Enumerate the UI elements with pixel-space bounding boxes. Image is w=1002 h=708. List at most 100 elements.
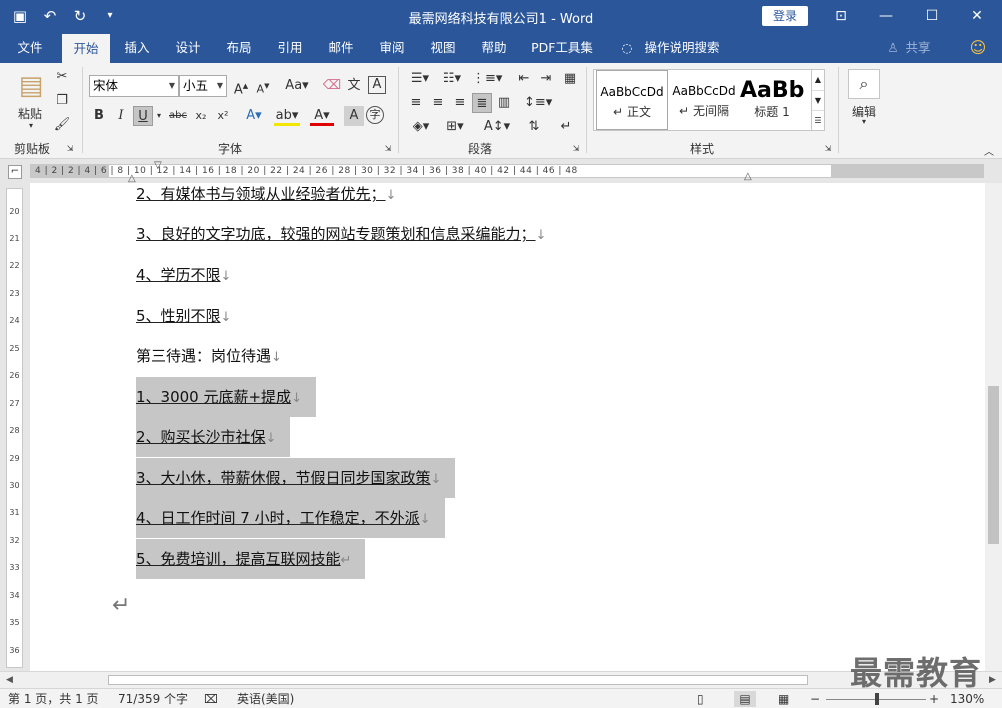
styles-scroll[interactable]: ▲ ▼ ☰ [811,69,825,131]
superscript-icon[interactable]: x² [213,106,233,126]
text-effects-icon[interactable]: A▾ [244,106,264,126]
collapse-ribbon-icon[interactable]: ︿ [982,143,996,158]
tab-insert[interactable]: 插入 [116,33,158,63]
copy-icon[interactable]: ❐ [52,91,72,111]
tab-pdf-tools[interactable]: PDF工具集 [526,33,598,63]
font-color-icon[interactable]: A▾ [310,106,334,126]
clear-formatting-icon[interactable]: ⌫ [322,76,342,96]
document-line-selected[interactable]: 4、日工作时间 7 小时，工作稳定，不外派↓ [136,498,445,538]
grow-font-icon[interactable]: A▲ [231,76,251,97]
scroll-right-icon[interactable]: ▶ [985,673,1000,688]
character-shading-icon[interactable]: A [344,106,364,126]
horizontal-scroll-thumb[interactable] [108,675,808,685]
tab-selector[interactable]: ⌐ [8,165,22,179]
print-layout-icon[interactable]: ▤ [734,691,756,707]
numbering-icon[interactable]: ☷▾ [438,69,466,89]
distributed-icon[interactable]: ▥ [494,93,514,113]
strikethrough-icon[interactable]: abc [168,106,188,126]
document-line[interactable]: 4、学历不限↓ [136,262,231,288]
phonetic-guide-icon[interactable]: 文 [344,76,364,96]
document-line[interactable]: 5、性别不限↓ [136,303,231,329]
tab-home[interactable]: 开始 [62,33,110,63]
paragraph-launcher-icon[interactable]: ⇲ [570,143,582,155]
underline-dropdown-icon[interactable]: ▾ [153,106,165,126]
font-size-combo[interactable]: 小五 ▼ [179,75,227,97]
find-icon[interactable]: ⌕ [848,69,880,99]
first-line-indent-marker[interactable]: ▽ [154,160,162,171]
minimize-icon[interactable]: — [875,5,897,27]
web-layout-icon[interactable]: ▦ [778,691,789,707]
tab-design[interactable]: 设计 [167,33,209,63]
document-line[interactable]: 3、良好的文字功底，较强的网站专题策划和信息采编能力；↓ [136,221,546,247]
tab-layout[interactable]: 布局 [218,33,260,63]
style-normal[interactable]: AaBbCcDd ↵ 正文 [596,70,668,130]
vertical-scroll-thumb[interactable] [988,386,999,544]
horizontal-ruler[interactable]: 4 | 2 | 2 | 4 | 6 | 8 | 10 | 12 | 14 | 1… [30,164,984,178]
share-button[interactable]: 共享 [902,33,934,63]
right-indent-marker[interactable]: △ [744,171,752,182]
borders-icon[interactable]: ⊞▾ [440,117,470,137]
vertical-scrollbar[interactable] [985,183,1002,671]
scroll-down-icon[interactable]: ▼ [812,90,824,110]
document-line[interactable]: 2、有媒体书与领域从业经验者优先；↓ [136,183,396,207]
italic-icon[interactable]: I [111,106,131,126]
editing-dropdown-icon[interactable]: ▾ [858,117,870,126]
bold-icon[interactable]: B [89,106,109,126]
ribbon-display-options-icon[interactable]: ⊡ [830,5,852,27]
scroll-up-icon[interactable]: ▲ [812,70,824,90]
document-line-selected[interactable]: 1、3000 元底薪+提成↓ [136,377,316,417]
align-center-icon[interactable]: ≡ [428,93,448,113]
shrink-font-icon[interactable]: A▼ [253,76,273,96]
style-no-spacing[interactable]: AaBbCcDd ↵ 无间隔 [668,70,740,130]
scroll-left-icon[interactable]: ◀ [2,673,17,688]
document-line-selected[interactable]: 3、大小休，带薪休假，节假日同步国家政策↓ [136,458,456,498]
enclose-characters-icon[interactable]: 字 [366,106,384,124]
word-count[interactable]: 71/359 个字 [118,691,188,707]
proofing-icon[interactable]: ⌧ [204,691,218,707]
character-border-icon[interactable]: A [368,76,386,94]
tell-me-search[interactable]: 操作说明搜索 [640,33,724,63]
tab-file[interactable]: 文件 [8,33,52,63]
page-count[interactable]: 第 1 页，共 1 页 [8,691,99,707]
bullets-icon[interactable]: ☰▾ [406,69,434,89]
style-heading-1[interactable]: AaBb 标题 1 [740,70,804,130]
chinese-layout-icon[interactable]: ▦ [560,69,580,89]
line-spacing-icon[interactable]: ↕≡▾ [524,93,552,113]
styles-launcher-icon[interactable]: ⇲ [822,143,834,155]
paste-dropdown-icon[interactable]: ▾ [24,121,38,130]
format-painter-icon[interactable]: 🖌 [52,115,72,135]
language[interactable]: 英语(美国) [237,691,294,707]
maximize-icon[interactable]: ☐ [921,5,943,27]
sort-icon[interactable]: A↕▾ [482,117,512,137]
paste-button-label[interactable]: 粘贴 [12,105,48,122]
subscript-icon[interactable]: x₂ [191,106,211,126]
font-name-combo[interactable]: 宋体 ▼ [89,75,179,97]
read-mode-icon[interactable]: ▯ [697,691,704,707]
shading-icon[interactable]: ◈▾ [406,117,436,137]
paste-icon[interactable]: ▤ [14,69,48,103]
vertical-ruler[interactable]: 20 21 22 23 24 25 26 27 28 29 30 31 32 3… [6,188,23,668]
document-line-selected[interactable]: 2、购买长沙市社保↓ [136,417,291,457]
tab-review[interactable]: 审阅 [371,33,413,63]
close-icon[interactable]: ✕ [966,5,988,27]
highlight-color-icon[interactable]: ab▾ [274,106,300,126]
tab-view[interactable]: 视图 [422,33,464,63]
styles-more-icon[interactable]: ☰ [812,110,824,130]
multilevel-list-icon[interactable]: ⋮≡▾ [472,69,502,89]
smiley-feedback-icon[interactable]: ☺ [966,33,990,63]
cut-icon[interactable]: ✂ [52,67,72,87]
justify-icon[interactable]: ≣ [472,93,492,113]
underline-icon[interactable]: U [133,106,153,126]
zoom-out-icon[interactable]: − [810,691,820,707]
zoom-slider-knob[interactable] [875,693,879,705]
document-page[interactable]: 2、有媒体书与领域从业经验者优先；↓ 3、良好的文字功底，较强的网站专题策划和信… [30,183,985,671]
align-left-icon[interactable]: ≡ [406,93,426,113]
increase-indent-icon[interactable]: ⇥ [536,69,556,89]
login-button[interactable]: 登录 [762,6,808,26]
clipboard-launcher-icon[interactable]: ⇲ [64,143,76,155]
change-case-icon[interactable]: Aa▾ [282,76,312,96]
tab-mailings[interactable]: 邮件 [320,33,362,63]
sort-az-icon[interactable]: ⇅ [524,117,544,137]
tab-references[interactable]: 引用 [269,33,311,63]
tab-help[interactable]: 帮助 [473,33,515,63]
